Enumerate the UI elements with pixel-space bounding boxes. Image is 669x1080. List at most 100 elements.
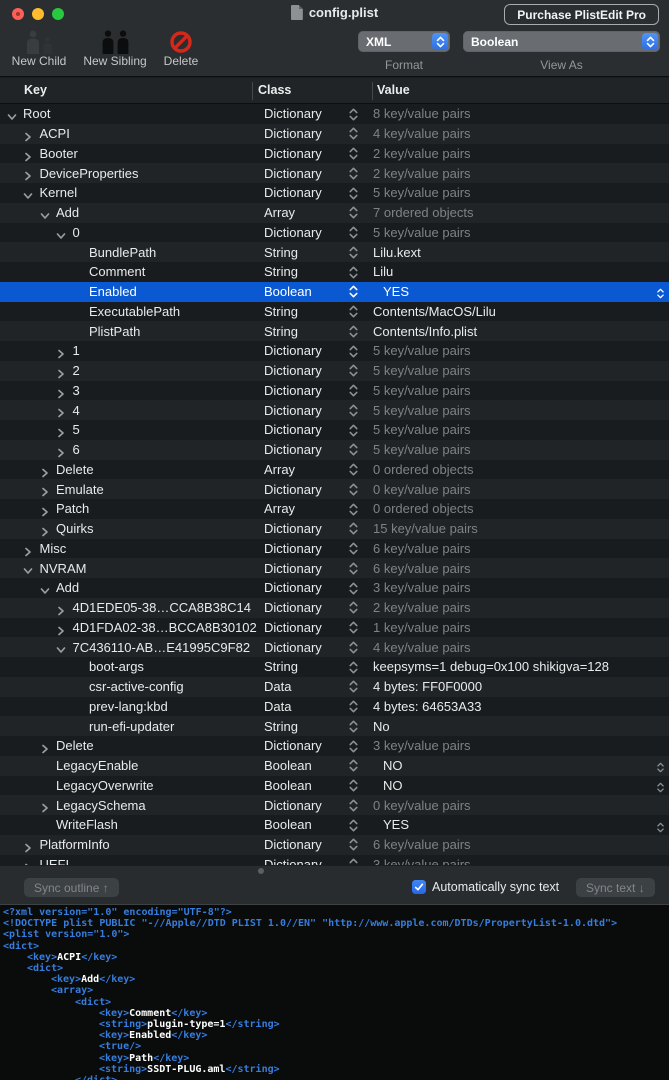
row-key[interactable]: Kernel — [40, 185, 78, 200]
xml-source-view[interactable]: <?xml version="1.0" encoding="UTF-8"?> <!… — [0, 904, 669, 1080]
row-value[interactable]: NO — [383, 778, 403, 793]
row-value[interactable]: 3 key/value pairs — [373, 857, 471, 865]
row-class-popup[interactable]: Dictionary — [264, 738, 322, 753]
outline-row[interactable]: ACPI Dictionary 4 key/value pairs — [0, 123, 669, 144]
row-class-popup[interactable]: Dictionary — [264, 166, 322, 181]
row-value[interactable]: 4 bytes: FF0F0000 — [373, 679, 482, 694]
purchase-button[interactable]: Purchase PlistEdit Pro — [504, 4, 659, 25]
column-header-key[interactable]: Key — [24, 83, 47, 97]
row-class-popup[interactable]: Boolean — [264, 758, 312, 773]
disclosure-collapsed-icon[interactable] — [40, 524, 50, 537]
disclosure-collapsed-icon[interactable] — [56, 623, 66, 635]
row-value[interactable]: 5 key/value pairs — [373, 442, 471, 457]
outline-row[interactable]: Add Array 7 ordered objects — [0, 202, 669, 223]
row-class-popup[interactable]: String — [264, 304, 298, 319]
outline-row[interactable]: 7C436110-AB…E41995C9F82 Dictionary 4 key/v… — [0, 637, 669, 657]
outline-row[interactable]: Patch Array 0 ordered objects — [0, 499, 669, 519]
disclosure-collapsed-icon[interactable] — [23, 149, 33, 161]
outline-row[interactable]: 2 Dictionary 5 key/value pairs — [0, 360, 669, 381]
outline-row[interactable]: 6 Dictionary 5 key/value pairs — [0, 439, 669, 460]
outline-row[interactable]: LegacySchema Dictionary 0 key/value pairs — [0, 795, 669, 815]
outline-row[interactable]: run-efi-updater String No — [0, 716, 669, 736]
row-key[interactable]: 4D1FDA02-38…BCCA8B30102 — [73, 620, 257, 635]
row-key[interactable]: csr-active-config — [89, 679, 184, 694]
disclosure-collapsed-icon[interactable] — [23, 168, 33, 181]
row-class-popup[interactable]: Dictionary — [264, 620, 322, 635]
row-class-popup[interactable]: Data — [264, 679, 291, 694]
row-class-popup[interactable]: Dictionary — [264, 403, 322, 418]
row-value[interactable]: 0 ordered objects — [373, 462, 473, 477]
outline-row[interactable]: WriteFlash Boolean YES — [0, 815, 669, 835]
row-key[interactable]: Enabled — [89, 284, 137, 299]
row-key[interactable]: 7C436110-AB…E41995C9F82 — [73, 640, 251, 655]
row-value[interactable]: Lilu.kext — [373, 245, 421, 260]
outline-row[interactable]: Delete Array 0 ordered objects — [0, 459, 669, 480]
row-class-popup[interactable]: Dictionary — [264, 442, 322, 457]
disclosure-expanded-icon[interactable] — [23, 188, 33, 199]
format-popup[interactable]: XML — [358, 31, 450, 52]
row-key[interactable]: UEFI — [40, 857, 70, 865]
column-divider[interactable] — [252, 82, 253, 100]
class-stepper-icon[interactable] — [349, 858, 358, 865]
row-value[interactable]: No — [373, 719, 390, 734]
outline-row[interactable]: LegacyEnable Boolean NO — [0, 755, 669, 776]
row-class-popup[interactable]: String — [264, 719, 298, 734]
disclosure-collapsed-icon[interactable] — [40, 484, 50, 497]
disclosure-expanded-icon[interactable] — [56, 642, 66, 654]
row-class-popup[interactable]: Dictionary — [264, 857, 322, 865]
disclosure-collapsed-icon[interactable] — [56, 386, 66, 398]
outline-row[interactable]: NVRAM Dictionary 6 key/value pairs — [0, 558, 669, 578]
row-value[interactable]: keepsyms=1 debug=0x100 shikigva=128 — [373, 659, 609, 674]
row-class-popup[interactable]: Dictionary — [264, 422, 322, 437]
row-class-popup[interactable]: Boolean — [264, 778, 312, 793]
row-class-popup[interactable]: Dictionary — [264, 798, 322, 813]
disclosure-collapsed-icon[interactable] — [56, 366, 66, 379]
row-value[interactable]: 6 key/value pairs — [373, 561, 471, 576]
new-sibling-button[interactable]: New Sibling — [80, 30, 150, 68]
row-class-popup[interactable]: Dictionary — [264, 521, 322, 536]
row-class-popup[interactable]: Data — [264, 699, 291, 714]
row-key[interactable]: ACPI — [40, 126, 70, 141]
row-key[interactable]: Emulate — [56, 482, 104, 497]
row-key[interactable]: Delete — [56, 462, 94, 477]
row-value[interactable]: 4 key/value pairs — [373, 640, 471, 655]
outline-row[interactable]: UEFI Dictionary 3 key/value pairs — [0, 854, 669, 865]
row-value[interactable]: 5 key/value pairs — [373, 185, 471, 200]
row-key[interactable]: PlatformInfo — [40, 837, 110, 852]
row-value[interactable]: 4 bytes: 64653A33 — [373, 699, 481, 714]
row-key[interactable]: Misc — [40, 541, 67, 556]
outline-row[interactable]: 5 Dictionary 5 key/value pairs — [0, 420, 669, 440]
row-key[interactable]: LegacyOverwrite — [56, 778, 154, 793]
row-class-popup[interactable]: Dictionary — [264, 185, 322, 200]
row-class-popup[interactable]: Dictionary — [264, 126, 322, 141]
outline-row[interactable]: PlatformInfo Dictionary 6 key/value pairs — [0, 834, 669, 855]
auto-sync-checkbox[interactable] — [412, 880, 426, 894]
row-class-popup[interactable]: String — [264, 324, 298, 339]
outline-row[interactable]: LegacyOverwrite Boolean NO — [0, 775, 669, 796]
row-key[interactable]: 0 — [73, 225, 80, 240]
disclosure-collapsed-icon[interactable] — [40, 800, 50, 813]
delete-button[interactable]: Delete — [153, 30, 209, 68]
row-class-popup[interactable]: Array — [264, 462, 295, 477]
row-value[interactable]: 2 key/value pairs — [373, 600, 471, 615]
row-value[interactable]: 0 key/value pairs — [373, 482, 471, 497]
outline-row[interactable]: prev-lang:kbd Data 4 bytes: 64653A33 — [0, 696, 669, 717]
outline-row[interactable]: 4 Dictionary 5 key/value pairs — [0, 400, 669, 420]
row-key[interactable]: Root — [23, 106, 50, 121]
disclosure-collapsed-icon[interactable] — [23, 129, 33, 142]
row-value[interactable]: 5 key/value pairs — [373, 343, 471, 358]
disclosure-collapsed-icon[interactable] — [56, 445, 66, 458]
disclosure-collapsed-icon[interactable] — [56, 405, 66, 418]
row-class-popup[interactable]: String — [264, 659, 298, 674]
disclosure-collapsed-icon[interactable] — [56, 603, 66, 616]
disclosure-collapsed-icon[interactable] — [40, 504, 50, 517]
outline-row[interactable]: Kernel Dictionary 5 key/value pairs — [0, 183, 669, 203]
row-class-popup[interactable]: Dictionary — [264, 600, 322, 615]
column-header-value[interactable]: Value — [377, 83, 410, 97]
row-value[interactable]: Contents/MacOS/Lilu — [373, 304, 496, 319]
outline-row[interactable]: 0 Dictionary 5 key/value pairs — [0, 222, 669, 243]
row-class-popup[interactable]: String — [264, 264, 298, 279]
row-value[interactable]: 4 key/value pairs — [373, 126, 471, 141]
row-value[interactable]: 8 key/value pairs — [373, 106, 471, 121]
row-key[interactable]: LegacyEnable — [56, 758, 138, 773]
